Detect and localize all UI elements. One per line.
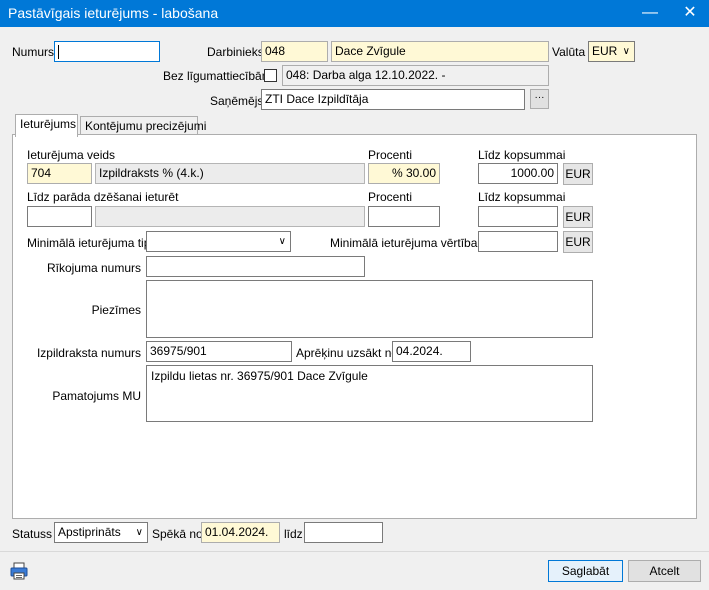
currency-button[interactable]: EUR [563, 163, 593, 185]
lidz-parada-code-field[interactable] [27, 206, 92, 227]
izpildraksta-field[interactable]: 36975/901 [146, 341, 292, 362]
divider [0, 551, 709, 552]
speka-field[interactable]: 01.04.2024. [201, 522, 280, 543]
currency-button-2[interactable]: EUR [563, 206, 593, 228]
min-vertiba-field[interactable] [478, 231, 558, 252]
statuss-select[interactable]: Apstiprināts ∨ [54, 522, 148, 543]
aprekinu-field[interactable]: 04.2024. [392, 341, 471, 362]
darbinieks-label: Darbinieks [207, 45, 264, 59]
sanemejs-field[interactable]: ZTI Dace Izpildītāja [261, 89, 525, 110]
currency-button-3[interactable]: EUR [563, 231, 593, 253]
ieturejuma-veids-label: Ieturējuma veids [27, 148, 116, 162]
aprekinu-label: Aprēķinu uzsākt no [296, 346, 399, 360]
procenti2-label: Procenti [368, 190, 413, 204]
min-tips-label: Minimālā ieturējuma tips [27, 236, 157, 250]
lidz-kopsummai2-label: Līdz kopsummai [478, 190, 566, 204]
chevron-down-icon: ∨ [135, 527, 143, 538]
min-vertiba-label: Minimālā ieturējuma vērtība [330, 236, 478, 250]
rikojuma-field[interactable] [146, 256, 365, 277]
lidz-kopsummai2-field[interactable] [478, 206, 558, 227]
numurs-input[interactable] [54, 41, 160, 62]
minimize-icon[interactable]: — [640, 4, 660, 22]
window-title: Pastāvīgais ieturējums - labošana [8, 5, 219, 21]
veids-name-field: Izpildraksts % (4.k.) [95, 163, 365, 184]
lidz-kopsummai-field[interactable]: 1000.00 [478, 163, 558, 184]
veids-code-field[interactable]: 704 [27, 163, 92, 184]
close-icon[interactable]: ✕ [680, 4, 700, 22]
piezimes-label: Piezīmes [91, 303, 141, 317]
chevron-down-icon: ∨ [278, 236, 286, 247]
cancel-button[interactable]: Atcelt [628, 560, 701, 582]
lidz-label: līdz [284, 527, 303, 541]
darbinieks-code-field[interactable]: 048 [261, 41, 328, 62]
procenti-label: Procenti [368, 148, 413, 162]
save-button[interactable]: Saglabāt [548, 560, 623, 582]
pamatojums-label: Pamatojums MU [52, 389, 141, 403]
title-bar: Pastāvīgais ieturējums - labošana — ✕ [0, 0, 709, 27]
bez-checkbox[interactable] [264, 69, 277, 82]
valuta-select[interactable]: EUR ∨ [588, 41, 635, 62]
lidz-parada-label: Līdz parāda dzēšanai ieturēt [27, 190, 179, 204]
chevron-down-icon: ∨ [622, 46, 630, 57]
numurs-label: Numurs [12, 45, 55, 59]
speka-label: Spēkā no [152, 527, 203, 541]
valuta-label: Valūta [552, 45, 586, 59]
printer-icon[interactable] [9, 561, 29, 581]
bez-label: Bez līgumattiecībām [163, 69, 272, 83]
bez-field: 048: Darba alga 12.10.2022. - [282, 65, 549, 86]
izpildraksta-label: Izpildraksta numurs [36, 346, 141, 360]
procenti-field[interactable]: % 30.00 [368, 163, 440, 184]
statuss-label: Statuss [12, 527, 53, 541]
rikojuma-label: Rīkojuma numurs [46, 261, 141, 275]
tab-ieturejums[interactable]: Ieturējums [15, 114, 78, 137]
lidz-parada-name-field [95, 206, 365, 227]
lidz-field[interactable] [304, 522, 383, 543]
pamatojums-textarea[interactable]: Izpildu lietas nr. 36975/901 Dace Zvīgul… [146, 365, 593, 422]
procenti2-field[interactable] [368, 206, 440, 227]
piezimes-textarea[interactable] [146, 280, 593, 338]
sanemejs-label: Saņēmējs [210, 94, 264, 108]
darbinieks-name-field: Dace Zvīgule [331, 41, 549, 62]
sanemejs-browse-button[interactable]: ··· [530, 89, 549, 109]
min-tips-select[interactable]: ∨ [146, 231, 291, 252]
lidz-kopsummai-label: Līdz kopsummai [478, 148, 566, 162]
